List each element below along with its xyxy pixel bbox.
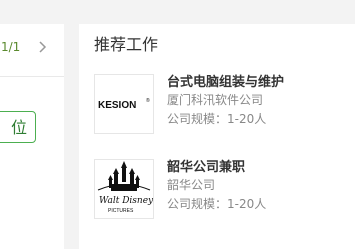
job-title[interactable]: 韶华公司兼职 [167, 159, 347, 177]
job-title[interactable]: 台式电脑组装与维护 [167, 74, 347, 92]
job-card[interactable]: KESION ® 台式电脑组装与维护 厦门科汛软件公司 公司规模：1-20人 [94, 74, 349, 136]
company-size: 公司规模：1-20人 [167, 197, 267, 211]
recommended-jobs-panel: 推荐工作 KESION ® 台式电脑组装与维护 厦门科汛软件公司 公司规模：1-… [79, 24, 355, 249]
pager-text: 1/1 [1, 40, 21, 54]
kesion-logo-text: KESION [98, 100, 136, 111]
company-name: 韶华公司 [167, 178, 216, 192]
chevron-right-icon[interactable] [36, 40, 50, 54]
job-info: 韶华公司兼职 韶华公司 公司规模：1-20人 [167, 159, 347, 213]
walt-disney-pictures-logo[interactable]: Walt Disney PICTURES [94, 159, 154, 219]
company-size: 公司规模：1-20人 [167, 112, 267, 126]
divider [0, 76, 64, 77]
walt-disney-text: Walt Disney [99, 196, 153, 206]
company-name: 厦门科汛软件公司 [167, 93, 264, 107]
left-panel: 1/1 位 [0, 24, 64, 249]
pictures-text: PICTURES [108, 208, 134, 214]
job-card[interactable]: Walt Disney PICTURES 韶华公司兼职 韶华公司 公司规模：1-… [94, 159, 349, 221]
job-info: 台式电脑组装与维护 厦门科汛软件公司 公司规模：1-20人 [167, 74, 347, 128]
registered-mark: ® [146, 97, 150, 104]
pager: 1/1 [0, 37, 64, 57]
position-button[interactable]: 位 [0, 111, 36, 143]
kesion-logo[interactable]: KESION ® [94, 74, 154, 134]
section-title: 推荐工作 [94, 35, 159, 54]
